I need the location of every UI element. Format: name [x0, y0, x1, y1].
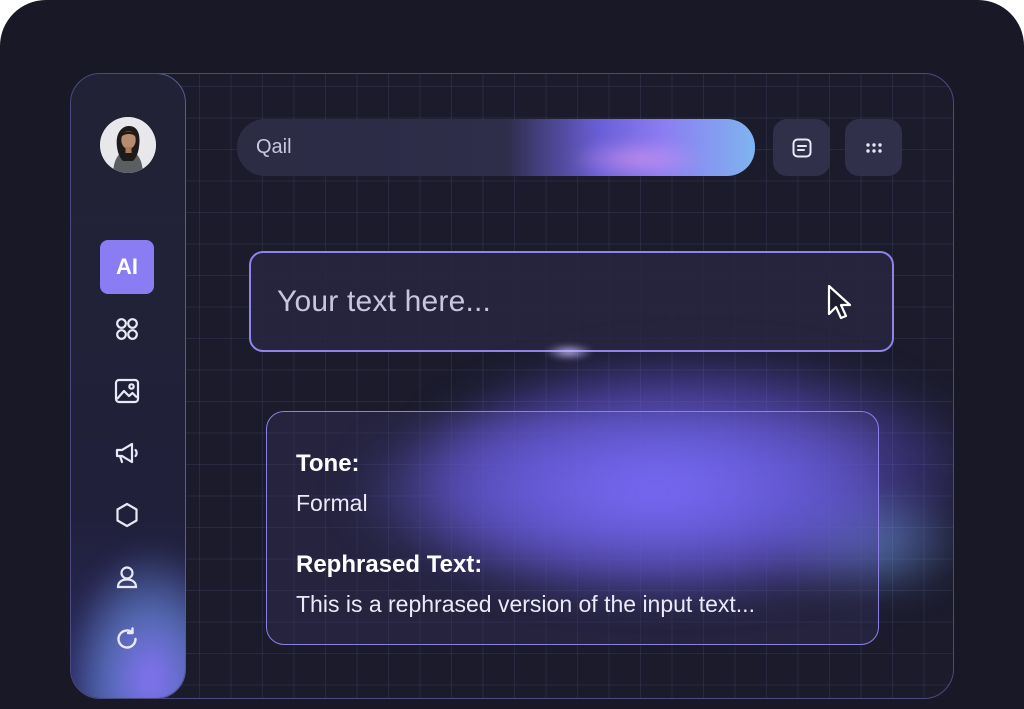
sidebar-item-announcements[interactable]: [100, 426, 154, 480]
menu-button[interactable]: [845, 119, 902, 176]
user-icon: [116, 566, 138, 589]
apps-grid-icon: [116, 318, 138, 340]
sidebar: AI: [71, 74, 186, 698]
search-bar[interactable]: Qail: [237, 119, 755, 176]
rephrased-value: This is a rephrased version of the input…: [296, 591, 755, 617]
input-glow: [544, 344, 594, 360]
dots-grid-icon: [865, 142, 882, 153]
sidebar-item-images[interactable]: [100, 364, 154, 418]
result-card: Tone: Formal Rephrased Text: This is a r…: [266, 411, 879, 645]
sidebar-item-refresh[interactable]: [100, 612, 154, 666]
ai-icon: AI: [116, 254, 138, 279]
sidebar-item-apps[interactable]: [100, 302, 154, 356]
note-icon: [792, 138, 811, 157]
sidebar-item-ai[interactable]: AI: [100, 240, 154, 294]
notes-button[interactable]: [773, 119, 830, 176]
tone-value: Formal: [296, 490, 368, 516]
megaphone-icon: [115, 442, 138, 464]
device-frame: AI Qail Your text here... Tone: Formal R…: [0, 0, 1024, 709]
avatar[interactable]: [100, 117, 156, 173]
search-label: Qail: [256, 136, 292, 158]
app-window: AI Qail Your text here... Tone: Formal R…: [70, 73, 954, 699]
tone-label: Tone:: [296, 450, 360, 477]
text-input-placeholder: Your text here...: [277, 284, 492, 318]
image-icon: [114, 378, 140, 404]
refresh-icon: [117, 627, 137, 649]
sidebar-item-profile[interactable]: [100, 550, 154, 604]
sidebar-item-hexagon[interactable]: [100, 488, 154, 542]
rephrased-label: Rephrased Text:: [296, 551, 483, 578]
text-input[interactable]: Your text here...: [249, 251, 894, 352]
cursor-icon: [827, 284, 852, 320]
hexagon-icon: [116, 502, 138, 528]
